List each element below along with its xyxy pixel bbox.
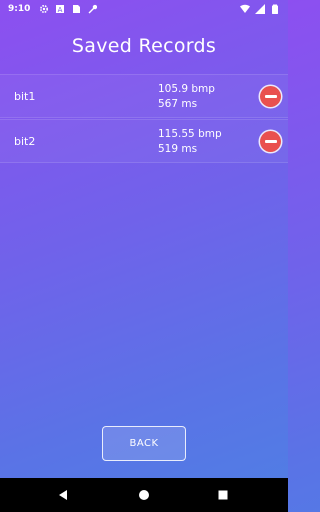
gear-icon xyxy=(39,4,49,14)
list-item: bit1 105.9 bmp 567 ms xyxy=(0,74,288,118)
shield-a-icon: A xyxy=(55,4,65,14)
sim-icon xyxy=(71,4,81,14)
wrench-icon xyxy=(87,4,98,14)
minus-circle-icon xyxy=(264,140,277,143)
back-triangle-icon[interactable] xyxy=(56,488,70,502)
recents-square-icon[interactable] xyxy=(216,488,230,502)
record-bpm: 115.55 bmp xyxy=(158,128,222,140)
status-bar: 9:10 A xyxy=(0,0,288,18)
home-circle-icon[interactable] xyxy=(137,488,151,502)
list-item: bit2 115.55 bmp 519 ms xyxy=(0,119,288,163)
status-time: 9:10 xyxy=(8,4,31,14)
back-button[interactable]: BACK xyxy=(102,426,186,461)
battery-icon xyxy=(270,4,280,14)
record-ms: 519 ms xyxy=(158,143,198,155)
signal-icon xyxy=(255,4,265,14)
navigation-bar xyxy=(0,478,288,512)
minus-circle-icon xyxy=(264,95,277,98)
svg-text:A: A xyxy=(58,6,63,14)
record-bpm: 105.9 bmp xyxy=(158,83,215,95)
page-title: Saved Records xyxy=(71,35,217,57)
record-ms: 567 ms xyxy=(158,98,198,110)
record-values: 105.9 bmp 567 ms xyxy=(158,82,215,112)
record-values: 115.55 bmp 519 ms xyxy=(158,127,222,157)
delete-record-button[interactable] xyxy=(260,131,281,152)
wifi-icon xyxy=(240,4,250,14)
records-list: bit1 105.9 bmp 567 ms bit2 115.55 bmp 51… xyxy=(0,74,288,164)
record-name: bit1 xyxy=(14,90,36,103)
record-name: bit2 xyxy=(14,135,36,148)
delete-record-button[interactable] xyxy=(260,86,281,107)
